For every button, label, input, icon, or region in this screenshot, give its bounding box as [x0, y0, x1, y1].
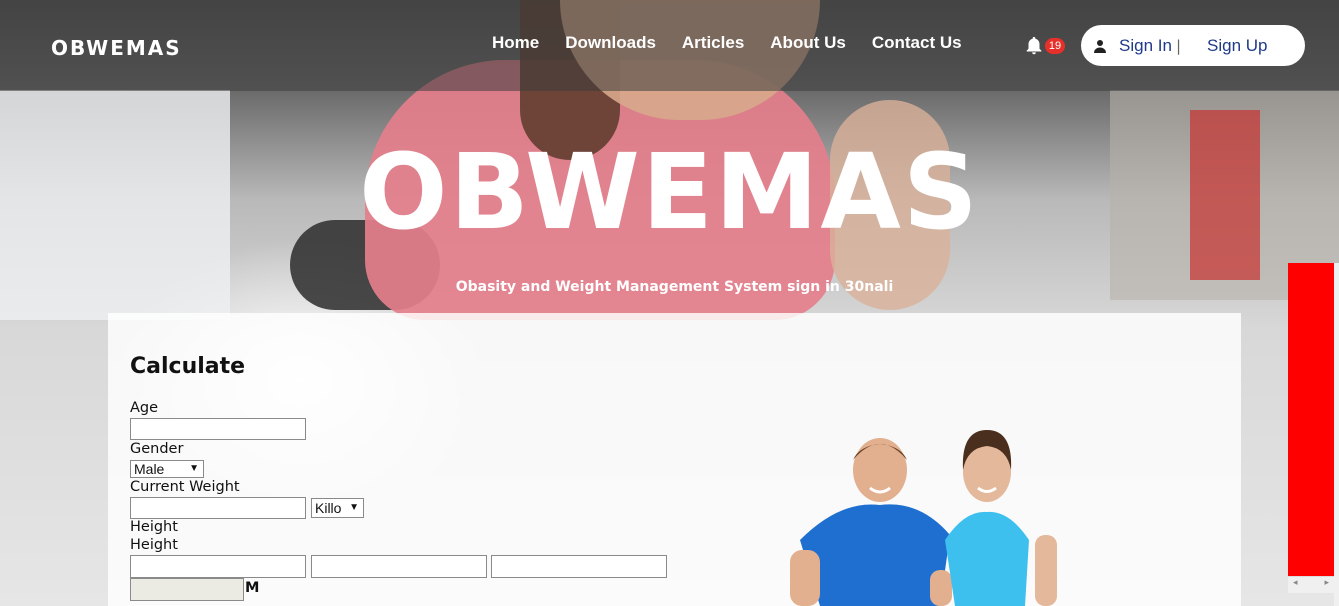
nav-home-link[interactable]: Home — [492, 33, 539, 53]
side-ad-banner[interactable] — [1288, 263, 1334, 576]
height-input-1[interactable] — [130, 555, 306, 578]
chevron-down-icon: ▼ — [189, 463, 199, 474]
result-output — [130, 578, 244, 601]
scroll-right-icon[interactable]: ▸ — [1324, 578, 1329, 588]
height-label-secondary: Height — [130, 537, 178, 553]
chevron-down-icon: ▼ — [349, 502, 359, 513]
gender-label: Gender — [130, 441, 184, 457]
nav-contact-link[interactable]: Contact Us — [872, 33, 962, 53]
scroll-left-icon[interactable]: ◂ — [1293, 578, 1298, 588]
result-unit-label: M — [245, 580, 260, 596]
height-label: Height — [130, 519, 178, 535]
bell-icon[interactable] — [1023, 35, 1045, 57]
brand-logo[interactable]: OBWEMAS — [51, 36, 182, 60]
age-input[interactable] — [130, 418, 306, 440]
fitness-couple-image — [790, 430, 1057, 606]
sign-up-link[interactable]: Sign Up — [1207, 36, 1267, 56]
nav-links: Home Downloads Articles About Us Contact… — [492, 33, 988, 53]
hero-subtitle: Obasity and Weight Management System sig… — [455, 279, 894, 295]
nav-articles-link[interactable]: Articles — [682, 33, 744, 53]
weight-unit-select[interactable]: Killo ▼ — [311, 498, 364, 518]
user-icon — [1094, 39, 1106, 53]
age-label: Age — [130, 400, 159, 416]
auth-pill: Sign In | Sign Up — [1081, 25, 1305, 66]
current-weight-label: Current Weight — [130, 479, 240, 495]
nav-about-link[interactable]: About Us — [770, 33, 846, 53]
weight-input[interactable] — [130, 497, 306, 519]
widget-vertical-scrollbar[interactable] — [1334, 263, 1339, 606]
weight-unit-value: Killo — [315, 500, 342, 516]
height-input-3[interactable] — [491, 555, 667, 578]
widget-horizontal-scrollbar[interactable]: ◂ ▸ — [1288, 576, 1334, 593]
top-navbar: OBWEMAS Home Downloads Articles About Us… — [0, 0, 1339, 91]
notification-badge: 19 — [1045, 38, 1065, 54]
nav-downloads-link[interactable]: Downloads — [565, 33, 656, 53]
sign-in-link[interactable]: Sign In — [1119, 36, 1172, 56]
gender-select[interactable]: Male ▼ — [130, 460, 204, 478]
calculate-heading: Calculate — [130, 354, 246, 379]
hero-title: OBWEMAS — [359, 131, 980, 253]
auth-separator: | — [1175, 36, 1181, 55]
gender-select-value: Male — [134, 461, 165, 477]
height-input-2[interactable] — [311, 555, 487, 578]
